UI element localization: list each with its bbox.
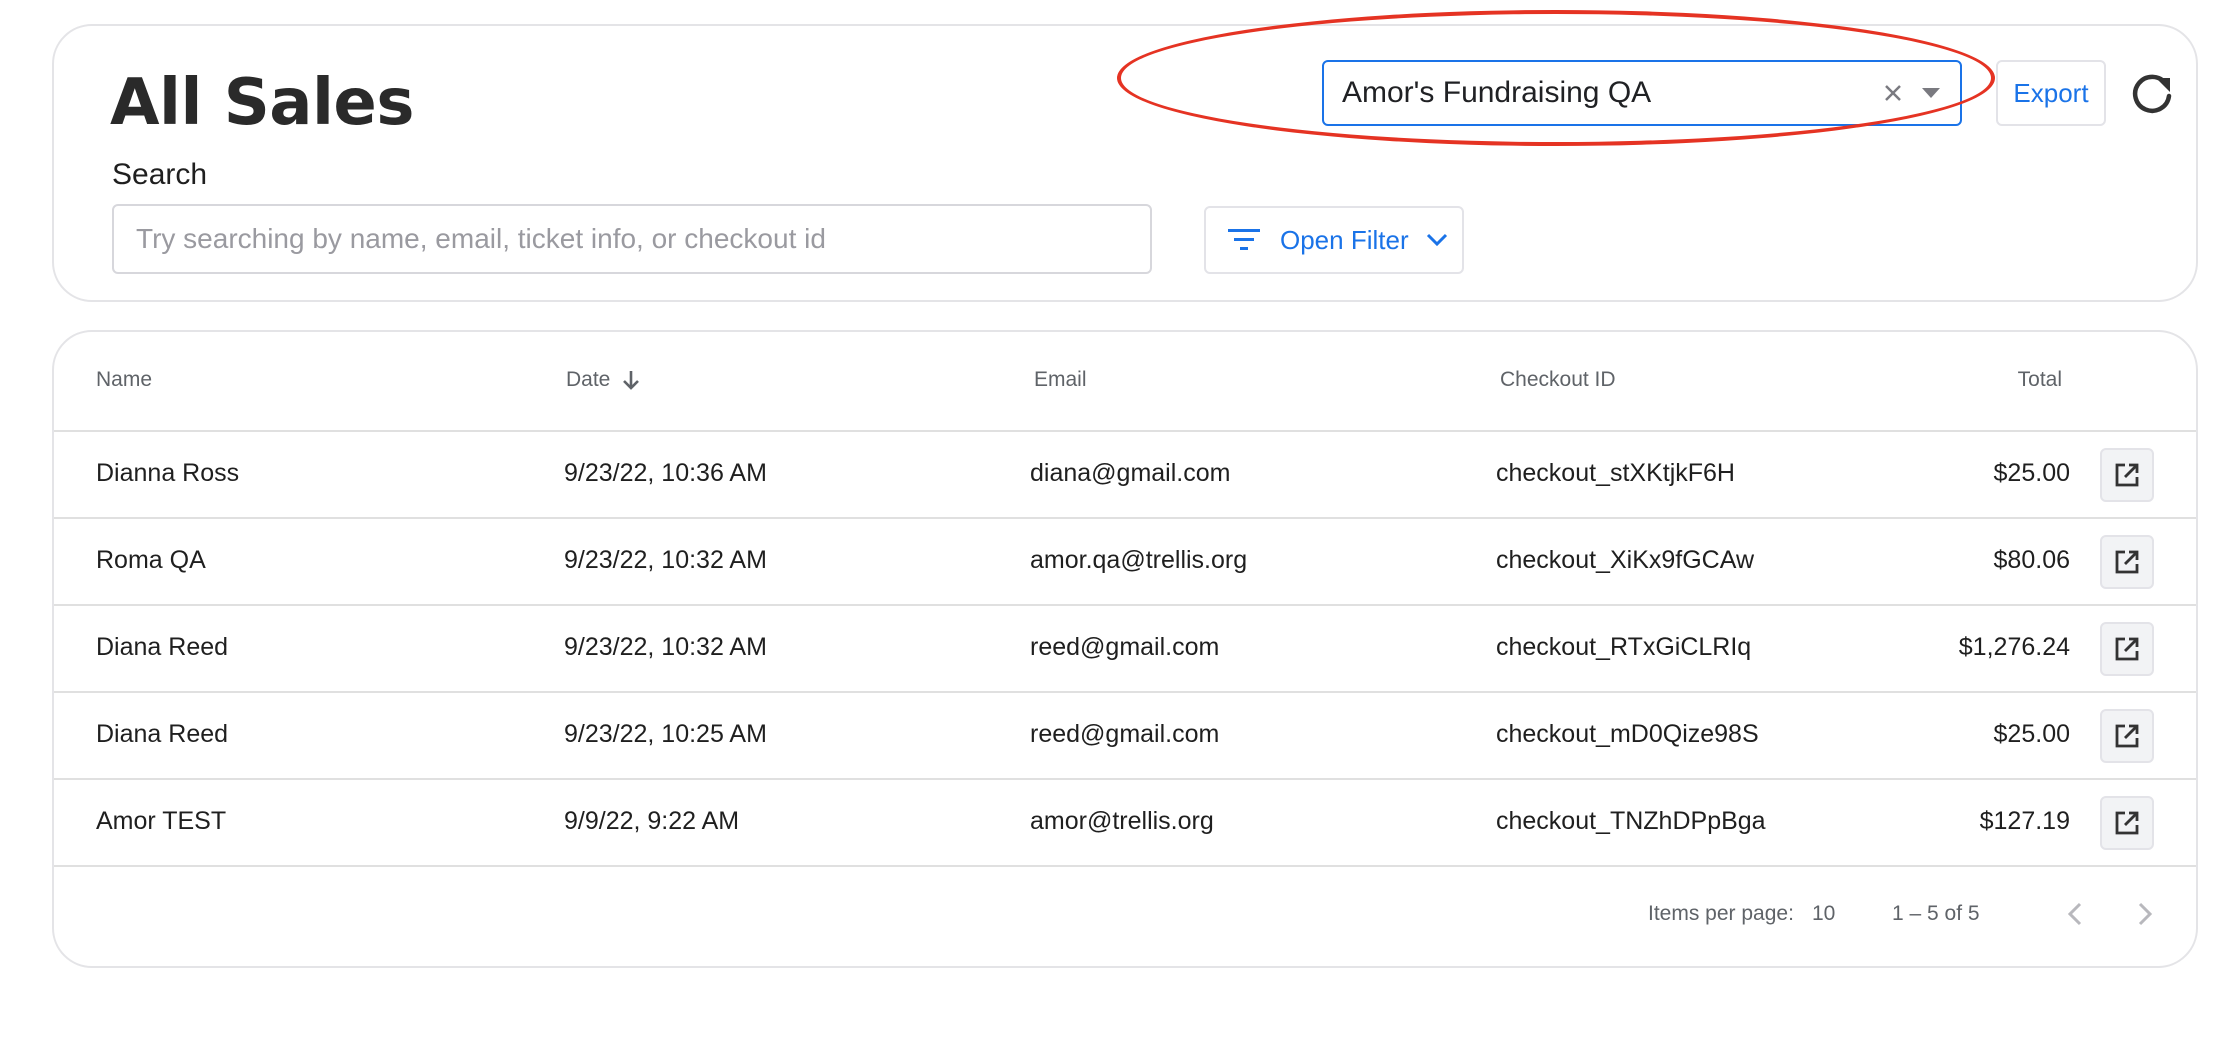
open-filter-label: Open Filter — [1280, 224, 1409, 255]
cell-email: reed@gmail.com — [1030, 720, 1220, 748]
column-header-checkout-id[interactable]: Checkout ID — [1500, 368, 1616, 392]
open-filter-button[interactable]: Open Filter — [1204, 206, 1464, 274]
cell-checkout-id: checkout_TNZhDPpBga — [1496, 807, 1766, 835]
column-header-date[interactable]: Date — [566, 368, 642, 392]
table-row[interactable]: Dianna Ross 9/23/22, 10:36 AM diana@gmai… — [54, 432, 2196, 519]
header-card: All Sales Search Open Filter Amor's Fund… — [52, 24, 2198, 302]
caret-down-icon[interactable] — [1922, 87, 1940, 99]
cell-total: $1,276.24 — [1958, 633, 2070, 661]
cell-name: Diana Reed — [96, 633, 229, 661]
open-checkout-button[interactable] — [2100, 535, 2154, 589]
cell-total: $25.00 — [1993, 720, 2070, 748]
cell-name: Dianna Ross — [96, 459, 240, 487]
open-checkout-button[interactable] — [2100, 709, 2154, 763]
cell-name: Amor TEST — [96, 807, 227, 835]
cell-email: amor.qa@trellis.org — [1030, 546, 1248, 574]
open-in-new-icon — [2115, 463, 2139, 487]
refresh-icon[interactable] — [2128, 70, 2176, 118]
cell-date: 9/23/22, 10:36 AM — [564, 459, 767, 487]
sales-table: Name Date Email Checkout ID Total Dianna… — [52, 330, 2198, 968]
export-button[interactable]: Export — [1996, 60, 2106, 126]
open-in-new-icon — [2115, 550, 2139, 574]
chevron-left-icon[interactable] — [2060, 898, 2092, 930]
column-header-name[interactable]: Name — [96, 368, 152, 392]
search-label: Search — [112, 158, 208, 191]
open-checkout-button[interactable] — [2100, 448, 2154, 502]
cell-email: reed@gmail.com — [1030, 633, 1220, 661]
cell-checkout-id: checkout_XiKx9fGCAw — [1496, 546, 1754, 574]
open-in-new-icon — [2115, 637, 2139, 661]
organization-select[interactable]: Amor's Fundraising QA — [1322, 60, 1962, 126]
page-title: All Sales — [110, 66, 414, 140]
items-per-page-select[interactable]: 10 — [1812, 902, 1835, 926]
cell-email: amor@trellis.org — [1030, 807, 1214, 835]
table-header: Name Date Email Checkout ID Total — [54, 332, 2196, 432]
cell-total: $25.00 — [1993, 459, 2070, 487]
close-icon[interactable] — [1882, 82, 1904, 104]
cell-date: 9/23/22, 10:32 AM — [564, 633, 767, 661]
table-row[interactable]: Amor TEST 9/9/22, 9:22 AM amor@trellis.o… — [54, 780, 2196, 867]
cell-email: diana@gmail.com — [1030, 459, 1231, 487]
open-in-new-icon — [2115, 724, 2139, 748]
paginator: Items per page: 10 1 – 5 of 5 — [54, 872, 2196, 966]
cell-checkout-id: checkout_stXKtjkF6H — [1496, 459, 1735, 487]
cell-date: 9/23/22, 10:25 AM — [564, 720, 767, 748]
organization-select-value: Amor's Fundraising QA — [1342, 76, 1652, 109]
cell-name: Diana Reed — [96, 720, 229, 748]
cell-date: 9/9/22, 9:22 AM — [564, 807, 740, 835]
table-row[interactable]: Roma QA 9/23/22, 10:32 AM amor.qa@trelli… — [54, 519, 2196, 606]
table-row[interactable]: Diana Reed 9/23/22, 10:32 AM reed@gmail.… — [54, 606, 2196, 693]
table-row[interactable]: Diana Reed 9/23/22, 10:25 AM reed@gmail.… — [54, 693, 2196, 780]
cell-name: Roma QA — [96, 546, 206, 574]
cell-date: 9/23/22, 10:32 AM — [564, 546, 767, 574]
cell-total: $127.19 — [1979, 807, 2070, 835]
cell-checkout-id: checkout_mD0Qize98S — [1496, 720, 1759, 748]
chevron-right-icon[interactable] — [2128, 898, 2160, 930]
column-header-date-label: Date — [566, 368, 611, 391]
arrow-down-icon — [623, 371, 640, 391]
open-checkout-button[interactable] — [2100, 622, 2154, 676]
search-input[interactable] — [112, 204, 1152, 274]
cell-total: $80.06 — [1993, 546, 2070, 574]
column-header-email[interactable]: Email — [1034, 368, 1087, 392]
filter-lines-icon — [1228, 229, 1260, 250]
open-checkout-button[interactable] — [2100, 796, 2154, 850]
column-header-total[interactable]: Total — [2018, 368, 2062, 392]
chevron-down-icon — [1426, 233, 1447, 247]
items-per-page-label: Items per page: — [1648, 902, 1794, 925]
open-in-new-icon — [2115, 811, 2139, 835]
page-range-label: 1 – 5 of 5 — [1892, 902, 1980, 925]
cell-checkout-id: checkout_RTxGiCLRIq — [1496, 633, 1752, 661]
